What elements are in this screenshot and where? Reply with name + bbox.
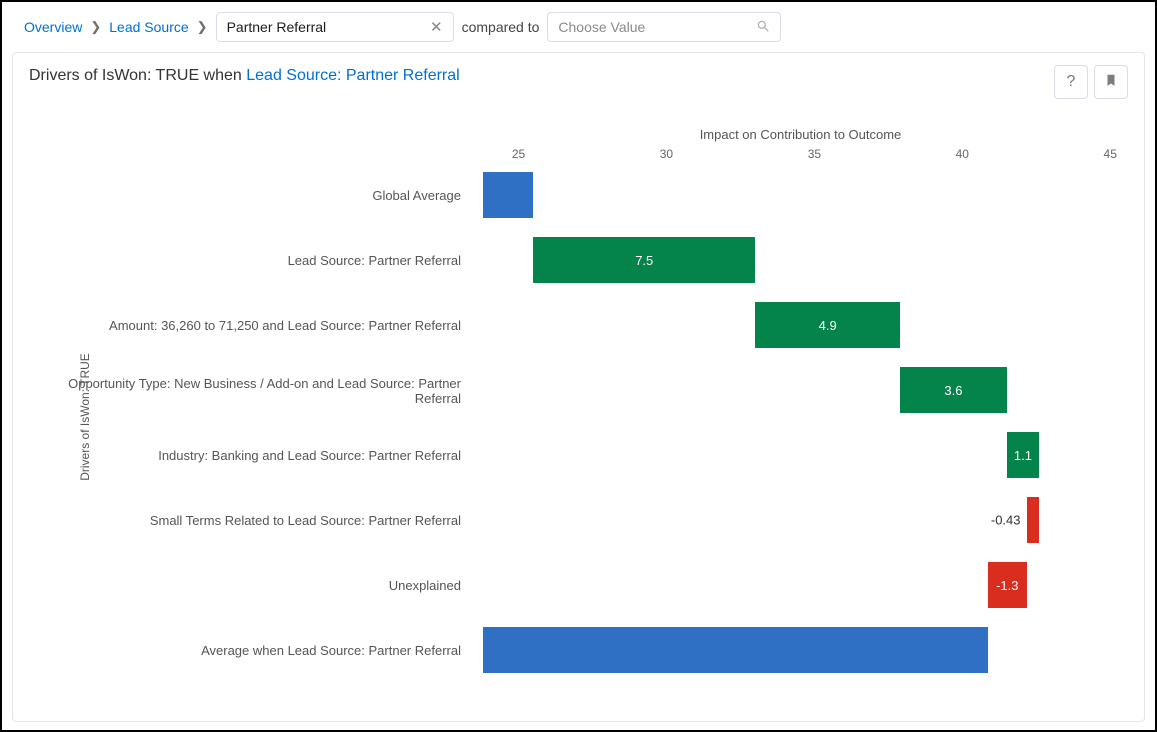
search-icon [756, 19, 770, 36]
waterfall-bar[interactable]: 7.5 [533, 237, 755, 283]
category-label: Opportunity Type: New Business / Add-on … [43, 358, 473, 423]
bar-row: -1.3 [483, 553, 1128, 618]
x-tick: 45 [1104, 147, 1117, 161]
bar-row [483, 618, 1128, 683]
bar-value-label: -0.43 [991, 513, 1021, 528]
chevron-right-icon: ❯ [197, 19, 208, 35]
bar-row: -0.43 [483, 488, 1128, 553]
waterfall-bar[interactable]: -0.43 [1027, 497, 1040, 543]
breadcrumb-lead-source[interactable]: Lead Source [109, 19, 188, 35]
bar-row: 1.1 [483, 423, 1128, 488]
x-axis-title: Impact on Contribution to Outcome [473, 127, 1128, 142]
category-label: Global Average [43, 163, 473, 228]
waterfall-bar[interactable]: 1.1 [1007, 432, 1040, 478]
help-icon: ? [1067, 73, 1076, 91]
help-button[interactable]: ? [1054, 65, 1088, 99]
card-title-link[interactable]: Lead Source: Partner Referral [246, 67, 459, 84]
chevron-right-icon: ❯ [90, 19, 101, 35]
bar-row: 3.6 [483, 358, 1128, 423]
bars-container: 7.54.93.61.1 -0.43 -1.3 [483, 163, 1128, 683]
category-label: Small Terms Related to Lead Source: Part… [43, 488, 473, 553]
waterfall-bar[interactable] [483, 172, 533, 218]
category-label: Unexplained [43, 553, 473, 618]
bar-row: 4.9 [483, 293, 1128, 358]
card-title-prefix: Drivers of IsWon: TRUE when [29, 67, 246, 84]
bookmark-button[interactable] [1094, 65, 1128, 99]
category-labels: Global AverageLead Source: Partner Refer… [43, 163, 473, 683]
x-tick: 35 [808, 147, 821, 161]
breadcrumb-overview[interactable]: Overview [24, 19, 82, 35]
selected-value-pill[interactable]: Partner Referral ✕ [216, 12, 454, 42]
breadcrumb: Overview ❯ Lead Source ❯ Partner Referra… [12, 12, 1145, 52]
bar-row: 7.5 [483, 228, 1128, 293]
compared-to-label: compared to [462, 19, 540, 35]
category-label: Amount: 36,260 to 71,250 and Lead Source… [43, 293, 473, 358]
category-label: Lead Source: Partner Referral [43, 228, 473, 293]
category-label: Average when Lead Source: Partner Referr… [43, 618, 473, 683]
x-tick: 40 [956, 147, 969, 161]
close-icon[interactable]: ✕ [430, 18, 443, 36]
waterfall-bar[interactable]: -1.3 [988, 562, 1026, 608]
x-axis-ticks: 25 30 35 40 45 [483, 147, 1128, 163]
waterfall-bar[interactable] [483, 627, 988, 673]
category-label: Industry: Banking and Lead Source: Partn… [43, 423, 473, 488]
x-tick: 25 [512, 147, 525, 161]
waterfall-bar[interactable]: 3.6 [900, 367, 1007, 413]
choose-value-input[interactable]: Choose Value [547, 12, 781, 42]
bookmark-icon [1104, 73, 1118, 92]
bar-row [483, 163, 1128, 228]
driver-chart-card: Drivers of IsWon: TRUE when Lead Source:… [12, 52, 1145, 722]
card-title: Drivers of IsWon: TRUE when Lead Source:… [29, 67, 1128, 85]
x-tick: 30 [660, 147, 673, 161]
waterfall-chart: Impact on Contribution to Outcome Driver… [43, 127, 1128, 707]
selected-value-text: Partner Referral [227, 19, 327, 35]
waterfall-bar[interactable]: 4.9 [755, 302, 900, 348]
choose-value-placeholder: Choose Value [558, 19, 645, 35]
